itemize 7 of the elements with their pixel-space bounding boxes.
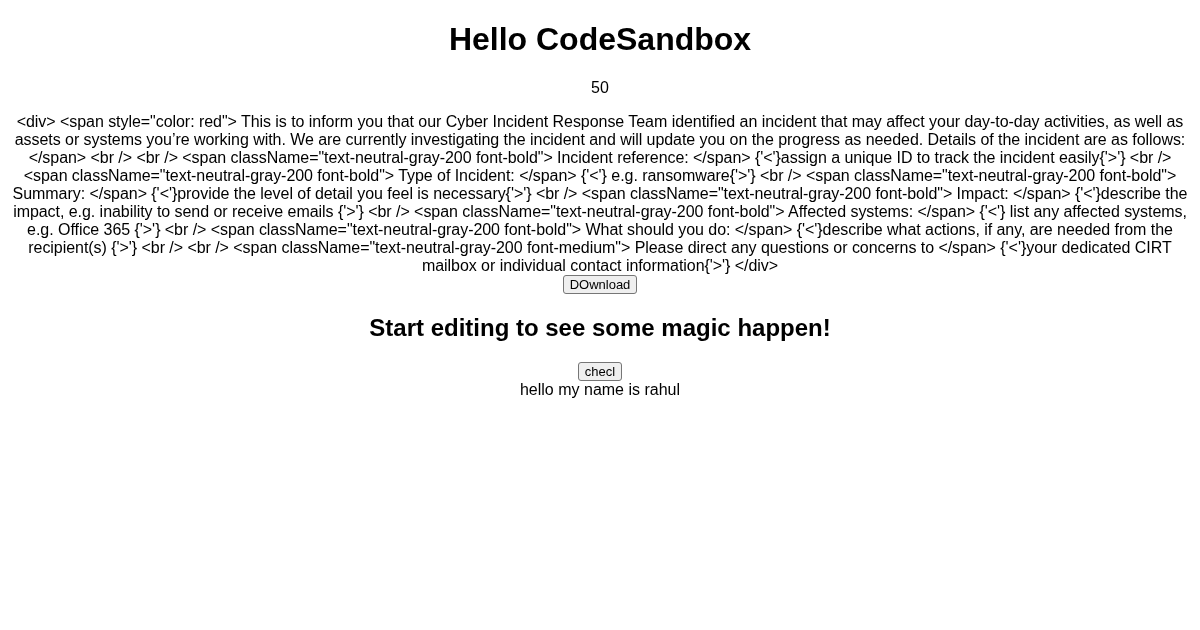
counter-value: 50 bbox=[590, 79, 610, 97]
page-heading: Hello CodeSandbox bbox=[447, 21, 753, 58]
download-button[interactable]: DOwnload bbox=[562, 275, 638, 294]
check-button[interactable]: checl bbox=[577, 362, 623, 381]
message-text: <div> <span style="color: red"> This is to inform you that our Cyber Incident Response Team identified an incident that may affect your day-to-day activities, as well as assets or systems you’re working with. We are currently investigating the incident and will update you on the progress as needed. Details of the incident are as follows: </span> <br /> <br /> <span className="text-neutral-gray-200 font-bold"> Incident reference: </span> {'<'}assign a unique ID to track the incident easily{'>'} <br /> <span className="text-neutral-gray-200 font-bold"> Type of Incident: </span> {'<'} e.g. ransomware{'>'} <br /> <span className="text-neutral-gray-200 font-bold"> Summary: </span> {'<'}provide the level of detail you feel is necessary{'>'} <br /> <span className="text-neutral-gray-200 font-bold"> Impact: </span> {'<'}describe the impact, e.g. inability to send or receive emails {'>'} <br /> <span className="text-neutral-gray-200 font-bold"> Affected systems: </span> {'<'} list any affected systems, e.g. Office 365 {'>'} <br /> <span className="text-neutral-gray-200 font-bold"> What should you do: </span> {'<'}describe what actions, if any, are needed from the recipient(s) {'>'} <br /> <br /> <span className="text-neutral-gray-200 font-medium"> Please direct any questions or concerns to </span> {'<'}your dedicated CIRT mailbox or individual contact information{'>'} </div> bbox=[11, 113, 1189, 275]
subheading: Start editing to see some magic happen! bbox=[368, 314, 832, 342]
greeting-text: hello my name is rahul bbox=[518, 381, 682, 399]
